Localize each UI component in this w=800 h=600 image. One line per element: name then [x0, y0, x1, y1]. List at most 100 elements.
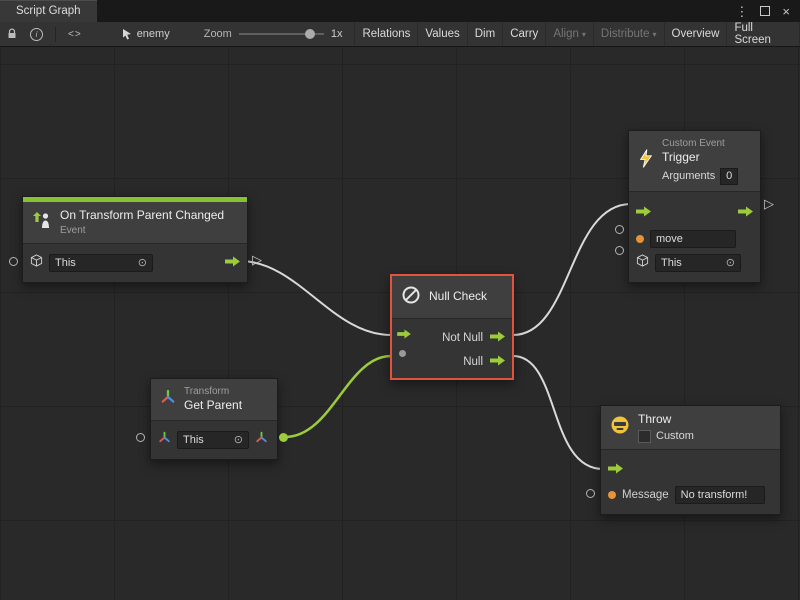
- throw-icon: [610, 415, 630, 440]
- control-input-port[interactable]: [397, 326, 411, 344]
- lightning-icon: [638, 148, 654, 174]
- arguments-stepper[interactable]: 0: [720, 168, 738, 185]
- zoom-label: Zoom: [204, 28, 232, 40]
- node-throw[interactable]: Throw Custom Message No transform!: [600, 405, 781, 515]
- this-value: This: [661, 257, 682, 269]
- carry-button[interactable]: Carry: [502, 22, 545, 46]
- kebab-menu-icon[interactable]: ⋮: [735, 5, 748, 18]
- align-button[interactable]: Align▾: [545, 22, 593, 46]
- node-body: Not Null Null: [392, 319, 512, 381]
- not-null-port-label: Not Null: [442, 332, 483, 344]
- node-title: Trigger: [662, 150, 738, 166]
- zoom-control: Zoom 1x: [204, 28, 343, 40]
- code-glyph: <>: [68, 29, 82, 40]
- node-title: Throw: [638, 412, 694, 428]
- node-title: Get Parent: [184, 398, 242, 414]
- custom-checkbox[interactable]: [638, 430, 651, 443]
- zoom-slider[interactable]: [239, 28, 324, 40]
- zoom-slider-handle[interactable]: [305, 29, 315, 39]
- connection-wire-getparent-to-nullcheck[interactable]: [285, 356, 391, 437]
- control-input-port[interactable]: [608, 461, 623, 479]
- node-header: On Transform Parent Changed Event: [23, 202, 247, 244]
- connection-wire-notnull-to-trigger[interactable]: [513, 204, 631, 335]
- fullscreen-label: Full Screen: [734, 22, 792, 46]
- node-header: Throw Custom: [601, 406, 780, 450]
- null-output-port[interactable]: [490, 355, 505, 369]
- dim-button[interactable]: Dim: [467, 22, 502, 46]
- not-null-output-port[interactable]: [490, 331, 505, 345]
- titlebar: Script Graph ⋮ ×: [0, 0, 800, 22]
- this-dropdown[interactable]: This ⊙: [655, 254, 741, 272]
- node-on-transform-parent-changed[interactable]: On Transform Parent Changed Event This ⊙: [22, 196, 248, 283]
- tab-script-graph[interactable]: Script Graph: [0, 0, 97, 22]
- transform-type-icon: [158, 431, 171, 449]
- message-field[interactable]: No transform!: [675, 486, 765, 504]
- node-body: Message No transform!: [601, 450, 780, 514]
- event-target-port-ring[interactable]: [9, 257, 18, 266]
- null-check-icon: [401, 285, 421, 310]
- distribute-button[interactable]: Distribute▾: [593, 22, 664, 46]
- values-button[interactable]: Values: [417, 22, 466, 46]
- cube-icon: [636, 254, 649, 272]
- cube-icon: [30, 254, 43, 272]
- event-name-value: move: [656, 233, 683, 245]
- wire-start-dot-icon: [279, 433, 288, 442]
- maximize-icon[interactable]: [760, 6, 770, 16]
- relations-label: Relations: [362, 28, 410, 40]
- message-label: Message: [622, 489, 669, 501]
- getparent-target-port-ring[interactable]: [136, 433, 145, 442]
- trigger-name-port-ring[interactable]: [615, 225, 624, 234]
- object-picker-icon[interactable]: ⊙: [234, 433, 243, 446]
- object-picker-icon[interactable]: ⊙: [726, 256, 735, 269]
- distribute-label: Distribute: [601, 28, 650, 40]
- lock-icon[interactable]: [0, 22, 24, 46]
- node-category: Transform: [184, 385, 242, 398]
- node-header: Null Check: [392, 276, 512, 319]
- this-value: This: [183, 434, 204, 446]
- value-input-port[interactable]: [399, 350, 406, 357]
- connection-wire-event-to-nullcheck[interactable]: [240, 261, 391, 335]
- this-value: This: [55, 257, 76, 269]
- graph-toolbar: i <> enemy Zoom 1x Relations Values Dim …: [0, 22, 800, 47]
- info-icon[interactable]: i: [24, 22, 49, 46]
- string-input-port[interactable]: [608, 491, 616, 499]
- parent-output-port[interactable]: [255, 431, 268, 449]
- string-input-port[interactable]: [636, 235, 644, 243]
- node-body: This ⊙: [151, 421, 277, 459]
- relations-button[interactable]: Relations: [354, 22, 417, 46]
- object-picker-icon[interactable]: ⊙: [138, 256, 147, 269]
- transform-parent-changed-icon: [32, 210, 52, 235]
- node-null-check[interactable]: Null Check Not Null Null: [390, 274, 514, 380]
- message-value: No transform!: [681, 489, 748, 501]
- node-header: Transform Get Parent: [151, 379, 277, 421]
- connection-wire-null-to-throw[interactable]: [513, 356, 603, 469]
- control-output-port[interactable]: [225, 254, 240, 272]
- toolbar-buttons: Relations Values Dim Carry Align▾ Distri…: [354, 22, 800, 46]
- overview-button[interactable]: Overview: [664, 22, 727, 46]
- node-get-parent[interactable]: Transform Get Parent This ⊙: [150, 378, 278, 460]
- close-icon[interactable]: ×: [782, 5, 790, 18]
- values-label: Values: [425, 28, 459, 40]
- this-dropdown[interactable]: This ⊙: [177, 431, 249, 449]
- throw-message-port-ring[interactable]: [586, 489, 595, 498]
- dropdown-caret-icon: ▾: [652, 30, 656, 39]
- node-category: Custom Event: [662, 137, 738, 150]
- fullscreen-button[interactable]: Full Screen: [726, 22, 800, 46]
- graph-breadcrumb[interactable]: enemy: [122, 28, 170, 40]
- dim-label: Dim: [475, 28, 495, 40]
- window-controls: ⋮ ×: [735, 0, 800, 22]
- toolbar-divider: [55, 27, 56, 42]
- align-label: Align: [553, 28, 579, 40]
- node-header: Custom Event Trigger Arguments 0: [629, 131, 760, 192]
- node-subtitle: Event: [60, 224, 224, 237]
- control-input-port[interactable]: [636, 204, 651, 222]
- this-dropdown[interactable]: This ⊙: [49, 254, 153, 272]
- trigger-output-triangle-icon[interactable]: ▷: [764, 197, 774, 210]
- code-view-icon[interactable]: <>: [62, 22, 88, 46]
- event-name-field[interactable]: move: [650, 230, 736, 248]
- control-output-port[interactable]: [738, 204, 753, 222]
- node-trigger-custom-event[interactable]: Custom Event Trigger Arguments 0 move: [628, 130, 761, 283]
- trigger-target-port-ring[interactable]: [615, 246, 624, 255]
- carry-label: Carry: [510, 28, 538, 40]
- node-body: move This ⊙: [629, 192, 760, 282]
